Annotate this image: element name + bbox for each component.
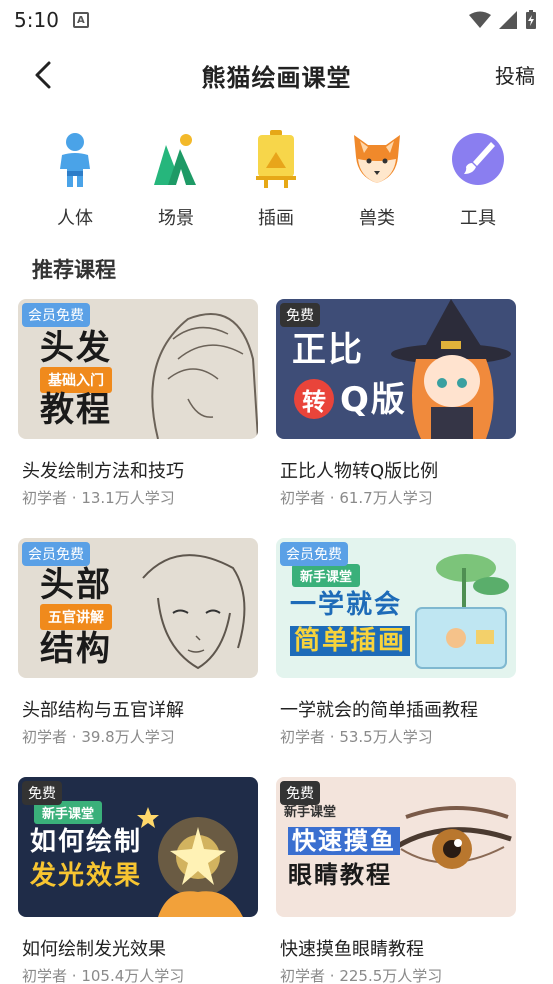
notification-icon: A (72, 12, 89, 28)
course-thumbnail: 新手课堂 如何绘制 发光效果 免费 (18, 777, 258, 917)
course-meta: 初学者 · 13.1万人学习 (22, 487, 175, 508)
category-body[interactable]: 人体 (35, 128, 115, 230)
course-learners: 61.7万人学习 (339, 489, 433, 507)
category-tools[interactable]: 工具 (438, 128, 518, 230)
member-free-badge: 会员免费 (22, 542, 90, 566)
member-free-badge: 会员免费 (280, 542, 348, 566)
mountain-scene-icon (145, 128, 207, 190)
course-thumbnail: 头发 基础入门 教程 会员免费 (18, 299, 258, 439)
face-sketch-illustration (142, 554, 246, 670)
human-figure-icon (44, 128, 106, 190)
course-thumbnail: 头部 五官讲解 结构 会员免费 (18, 538, 258, 678)
thumbnail-heading: 一学就会 (290, 590, 403, 620)
course-card[interactable]: 新手课堂 如何绘制 发光效果 免费 如何绘制发光效果 初学者 · 105.4万人… (18, 777, 258, 984)
fox-head-icon (346, 128, 408, 190)
terrarium-illustration (415, 554, 509, 669)
thumbnail-heading: 结构 (40, 629, 112, 669)
course-level: 初学者 (280, 728, 326, 746)
section-title: 推荐课程 (32, 258, 116, 282)
course-card[interactable]: 头发 基础入门 教程 会员免费 头发绘制方法和技巧 初学者 · 13.1万人学习 (18, 299, 258, 507)
submit-button[interactable]: 投稿 (495, 60, 535, 89)
app-bar: 熊猫绘画课堂 投稿 (0, 40, 553, 110)
course-learners: 53.5万人学习 (339, 728, 433, 746)
free-badge: 免费 (280, 303, 320, 327)
page-title: 熊猫绘画课堂 (201, 63, 352, 92)
course-title: 头部结构与五官详解 (22, 700, 184, 721)
course-level: 初学者 (280, 489, 326, 507)
thumbnail-heading: 眼睛教程 (288, 861, 392, 889)
status-time: 5:10 (14, 8, 59, 32)
member-free-badge: 会员免费 (22, 303, 90, 327)
course-thumbnail: 新手课堂 一学就会 简单插画 会员免费 (276, 538, 516, 678)
course-learners: 225.5万人学习 (339, 967, 443, 984)
category-label: 插画 (258, 208, 294, 229)
thumbnail-tag: 五官讲解 (40, 604, 112, 630)
meta-separator: · (67, 728, 82, 746)
meta-separator: · (67, 489, 82, 507)
course-level: 初学者 (22, 967, 68, 984)
category-row: 人体 场景 插画 兽类 工具 (0, 128, 553, 238)
wifi-icon (469, 11, 491, 28)
course-meta: 初学者 · 105.4万人学习 (22, 965, 184, 984)
course-title: 一学就会的简单插画教程 (280, 700, 478, 721)
thumbnail-tag: 转 (294, 379, 334, 419)
chevron-left-icon (35, 61, 51, 89)
battery-icon (526, 10, 536, 29)
hair-sketch-illustration (151, 313, 258, 439)
meta-separator: · (325, 967, 340, 984)
course-thumbnail: 正比 转 Q版 免费 (276, 299, 516, 439)
thumbnail-heading: Q版 (340, 380, 407, 420)
category-label: 人体 (57, 208, 93, 229)
free-badge: 免费 (22, 781, 62, 805)
thumbnail-tag: 新手课堂 (292, 564, 361, 587)
course-title: 头发绘制方法和技巧 (22, 461, 184, 482)
category-label: 兽类 (359, 208, 395, 229)
category-label: 场景 (158, 208, 194, 229)
course-title: 如何绘制发光效果 (22, 939, 166, 960)
thumbnail-heading: 头发 (40, 328, 112, 368)
category-illustration[interactable]: 插画 (236, 128, 316, 230)
course-learners: 105.4万人学习 (81, 967, 185, 984)
thumbnail-heading: 头部 (40, 565, 112, 605)
eye-drawing-illustration (394, 806, 512, 869)
meta-separator: · (67, 967, 82, 984)
course-meta: 初学者 · 39.8万人学习 (22, 726, 175, 747)
course-card[interactable]: 正比 转 Q版 免费 正比人物转Q版比例 初学者 · 61.7万人学习 (276, 299, 516, 507)
brush-tool-icon (447, 128, 509, 190)
course-thumbnail: 新手课堂 快速摸鱼 眼睛教程 免费 (276, 777, 516, 917)
course-title: 正比人物转Q版比例 (280, 461, 439, 482)
thumbnail-heading: 发光效果 (30, 861, 143, 891)
course-level: 初学者 (22, 489, 68, 507)
thumbnail-heading: 快速摸鱼 (288, 827, 400, 855)
free-badge: 免费 (280, 781, 320, 805)
thumbnail-heading: 教程 (40, 390, 112, 430)
category-label: 工具 (460, 208, 496, 229)
course-title: 快速摸鱼眼睛教程 (280, 939, 424, 960)
course-card[interactable]: 新手课堂 一学就会 简单插画 会员免费 一学就会的简单插画教程 初学者 · 53… (276, 538, 516, 746)
course-level: 初学者 (280, 967, 326, 984)
course-card[interactable]: 新手课堂 快速摸鱼 眼睛教程 免费 快速摸鱼眼睛教程 初学者 · 225.5万人… (276, 777, 516, 984)
course-learners: 39.8万人学习 (81, 728, 175, 746)
back-button[interactable] (24, 56, 62, 94)
course-meta: 初学者 · 61.7万人学习 (280, 487, 433, 508)
course-meta: 初学者 · 225.5万人学习 (280, 965, 442, 984)
meta-separator: · (325, 728, 340, 746)
course-level: 初学者 (22, 728, 68, 746)
course-meta: 初学者 · 53.5万人学习 (280, 726, 433, 747)
category-scene[interactable]: 场景 (136, 128, 216, 230)
status-bar: 5:10 A (0, 0, 553, 40)
signal-icon (499, 11, 517, 29)
thumbnail-heading: 简单插画 (290, 626, 411, 656)
thumbnail-heading: 如何绘制 (30, 827, 143, 857)
thumbnail-heading: 正比 (292, 330, 364, 370)
category-animals[interactable]: 兽类 (337, 128, 417, 230)
easel-canvas-icon (245, 128, 307, 190)
meta-separator: · (325, 489, 340, 507)
course-learners: 13.1万人学习 (81, 489, 175, 507)
course-card[interactable]: 头部 五官讲解 结构 会员免费 头部结构与五官详解 初学者 · 39.8万人学习 (18, 538, 258, 746)
